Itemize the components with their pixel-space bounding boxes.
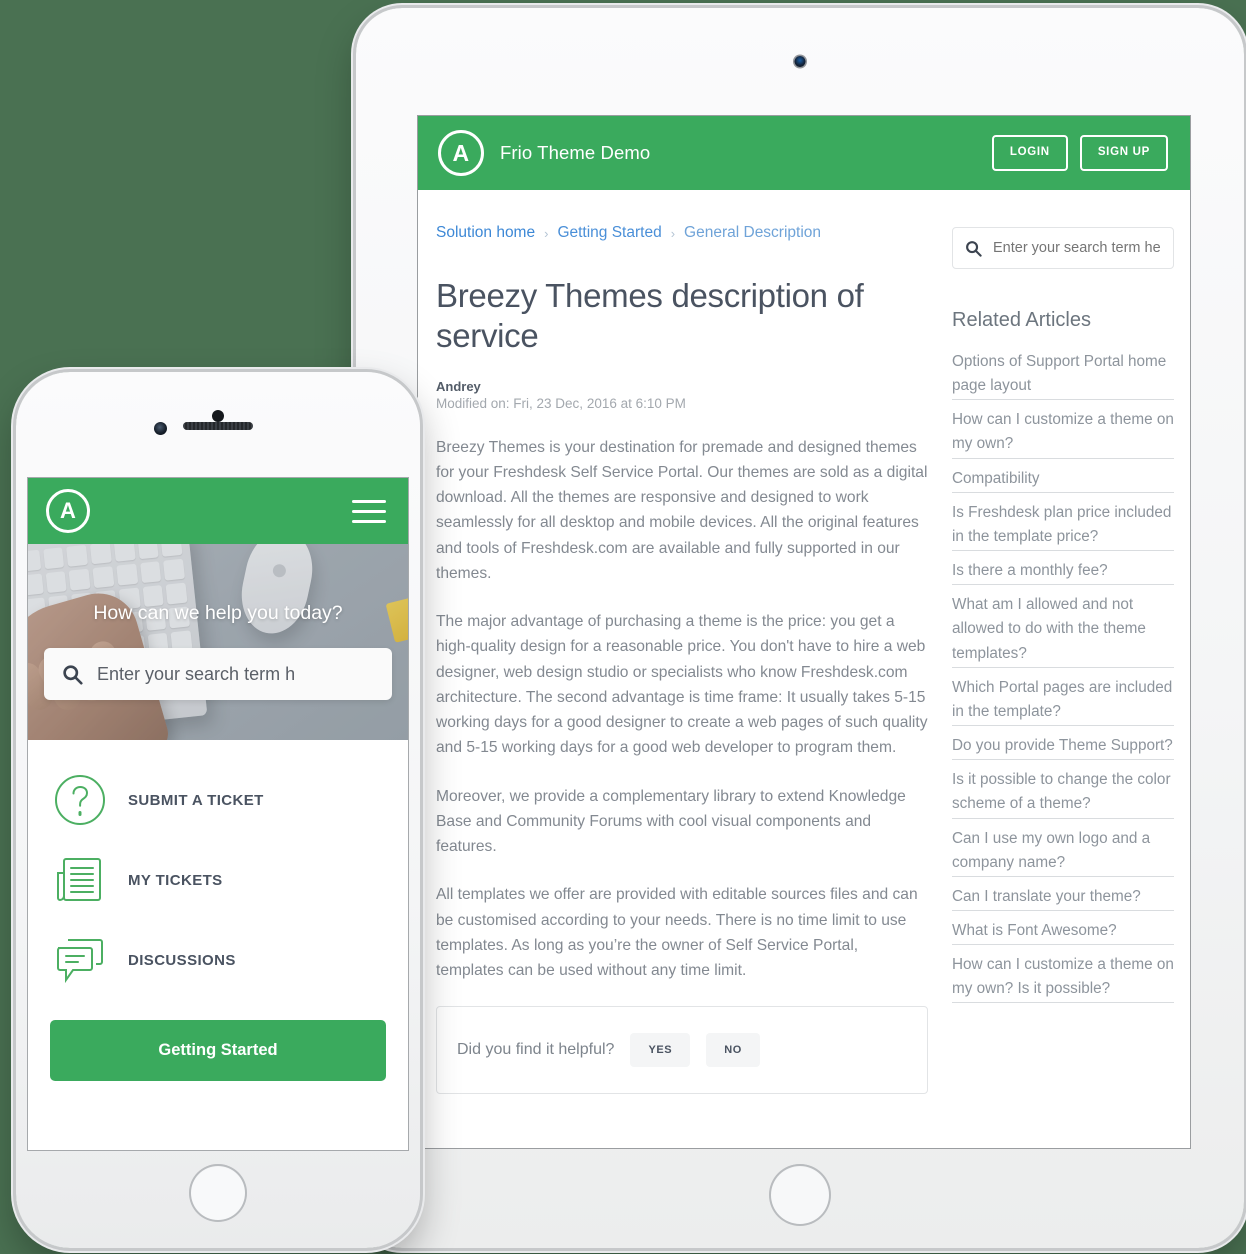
menu-item-my-tickets[interactable]: MY TICKETS xyxy=(54,854,382,906)
mobile-search-input[interactable]: Enter your search term h xyxy=(97,664,295,685)
feedback-question: Did you find it helpful? xyxy=(457,1041,615,1059)
mobile-cta-wrap: Getting Started xyxy=(28,1014,408,1081)
menu-item-label: DISCUSSIONS xyxy=(128,951,236,969)
breadcrumb-separator-icon: › xyxy=(544,225,549,241)
search-icon xyxy=(965,240,982,257)
related-article-link[interactable]: What am I allowed and not allowed to do … xyxy=(952,593,1174,668)
breadcrumb-separator-icon: › xyxy=(670,225,676,241)
menu-item-label: MY TICKETS xyxy=(128,871,223,889)
mockup-stage: A Frio Theme Demo LOGIN SIGN UP Solution… xyxy=(0,0,1246,1254)
article-paragraph: All templates we offer are provided with… xyxy=(436,886,918,979)
menu-item-submit-a-ticket[interactable]: SUBMIT A TICKET xyxy=(54,774,382,826)
feedback-yes-button[interactable]: YES xyxy=(630,1033,691,1068)
getting-started-button[interactable]: Getting Started xyxy=(50,1020,386,1081)
logo-letter: A xyxy=(452,139,470,166)
sidebar-column: Related Articles Options of Support Port… xyxy=(952,224,1174,1094)
hero-heading: How can we help you today? xyxy=(93,602,343,624)
feedback-no-button[interactable]: NO xyxy=(706,1033,760,1068)
login-button[interactable]: LOGIN xyxy=(991,135,1068,171)
question-circle-icon xyxy=(54,774,106,826)
hamburger-menu-icon[interactable] xyxy=(352,499,386,523)
mobile-search-box[interactable]: Enter your search term h xyxy=(44,648,392,700)
portal-title: Frio Theme Demo xyxy=(500,142,651,163)
mobile-header: A xyxy=(28,478,408,544)
phone-earpiece-speaker xyxy=(183,422,253,430)
mobile-menu-list: SUBMIT A TICKET MY TICKETS DISCUSSIONS xyxy=(28,740,408,986)
tablet-front-camera-icon xyxy=(794,56,806,67)
hamburger-bar xyxy=(352,499,386,503)
related-article-link[interactable]: Do you provide Theme Support? xyxy=(952,734,1174,761)
search-icon xyxy=(62,664,83,685)
related-articles-list: Options of Support Portal home page layo… xyxy=(952,350,1174,1004)
related-article-link[interactable]: What is Font Awesome? xyxy=(952,919,1174,946)
breadcrumb-item-general-description[interactable]: General Description xyxy=(684,224,821,242)
article-feedback-box: Did you find it helpful? YES NO xyxy=(436,1006,928,1095)
breadcrumb: Solution home › Getting Started › Genera… xyxy=(436,224,928,242)
chat-bubbles-icon xyxy=(54,934,106,986)
logo-letter: A xyxy=(60,498,76,523)
signup-button[interactable]: SIGN UP xyxy=(1079,135,1168,171)
related-articles-title: Related Articles xyxy=(952,309,1091,331)
related-article-link[interactable]: Compatibility xyxy=(952,467,1174,493)
header-actions: LOGIN SIGN UP xyxy=(991,135,1168,171)
search-box[interactable] xyxy=(952,227,1174,269)
mobile-hero: How can we help you today? Enter your se… xyxy=(28,544,408,740)
hamburger-bar xyxy=(352,519,386,523)
hero-photo-keyboard-and-mouse xyxy=(28,544,408,740)
breadcrumb-item-solution-home[interactable]: Solution home xyxy=(436,224,535,242)
related-article-link[interactable]: Is there a monthly fee? xyxy=(952,559,1174,586)
phone-device-frame: A How can we help you today? Enter your … xyxy=(16,372,420,1248)
page-title: Breezy Themes description of service xyxy=(436,277,864,355)
search-input[interactable] xyxy=(993,240,1161,256)
tablet-screen: A Frio Theme Demo LOGIN SIGN UP Solution… xyxy=(418,116,1190,1148)
breadcrumb-item-getting-started[interactable]: Getting Started xyxy=(557,224,661,242)
related-article-link[interactable]: Is it possible to change the color schem… xyxy=(952,768,1174,819)
article-modified-date: Modified on: Fri, 23 Dec, 2016 at 6:10 P… xyxy=(436,395,686,411)
related-article-link[interactable]: Can I use my own logo and a company name… xyxy=(952,827,1174,877)
related-article-link[interactable]: Which Portal pages are included in the t… xyxy=(952,676,1174,727)
tablet-home-button[interactable] xyxy=(769,1164,831,1226)
article-paragraph: Moreover, we provide a complementary lib… xyxy=(436,787,906,856)
tablet-device-frame: A Frio Theme Demo LOGIN SIGN UP Solution… xyxy=(356,8,1244,1248)
related-article-link[interactable]: Can I translate your theme? xyxy=(952,885,1174,911)
related-article-link[interactable]: How can I customize a theme on my own? xyxy=(952,408,1174,459)
phone-screen: A How can we help you today? Enter your … xyxy=(28,478,408,1150)
portal-header: A Frio Theme Demo LOGIN SIGN UP xyxy=(418,116,1190,190)
circle-a-logo-icon[interactable]: A xyxy=(46,489,90,533)
article-author: Andrey xyxy=(436,378,481,394)
circle-a-logo-icon[interactable]: A xyxy=(438,130,484,176)
article-paragraph: The major advantage of purchasing a them… xyxy=(436,613,928,757)
phone-front-camera-icon xyxy=(154,422,167,435)
menu-item-label: SUBMIT A TICKET xyxy=(128,791,264,809)
hamburger-bar xyxy=(352,509,386,513)
related-article-link[interactable]: Options of Support Portal home page layo… xyxy=(952,350,1174,401)
related-article-link[interactable]: Is Freshdesk plan price included in the … xyxy=(952,501,1174,552)
portal-body: Solution home › Getting Started › Genera… xyxy=(418,190,1190,1095)
article-body: Breezy Themes is your destination for pr… xyxy=(436,435,928,984)
menu-item-discussions[interactable]: DISCUSSIONS xyxy=(54,934,382,986)
article-column: Solution home › Getting Started › Genera… xyxy=(436,224,928,1095)
phone-proximity-sensor-icon xyxy=(212,410,224,422)
related-article-link[interactable]: How can I customize a theme on my own? I… xyxy=(952,953,1174,1004)
phone-home-button[interactable] xyxy=(189,1164,247,1222)
document-pages-icon xyxy=(54,854,106,906)
article-paragraph: Breezy Themes is your destination for pr… xyxy=(436,438,928,582)
